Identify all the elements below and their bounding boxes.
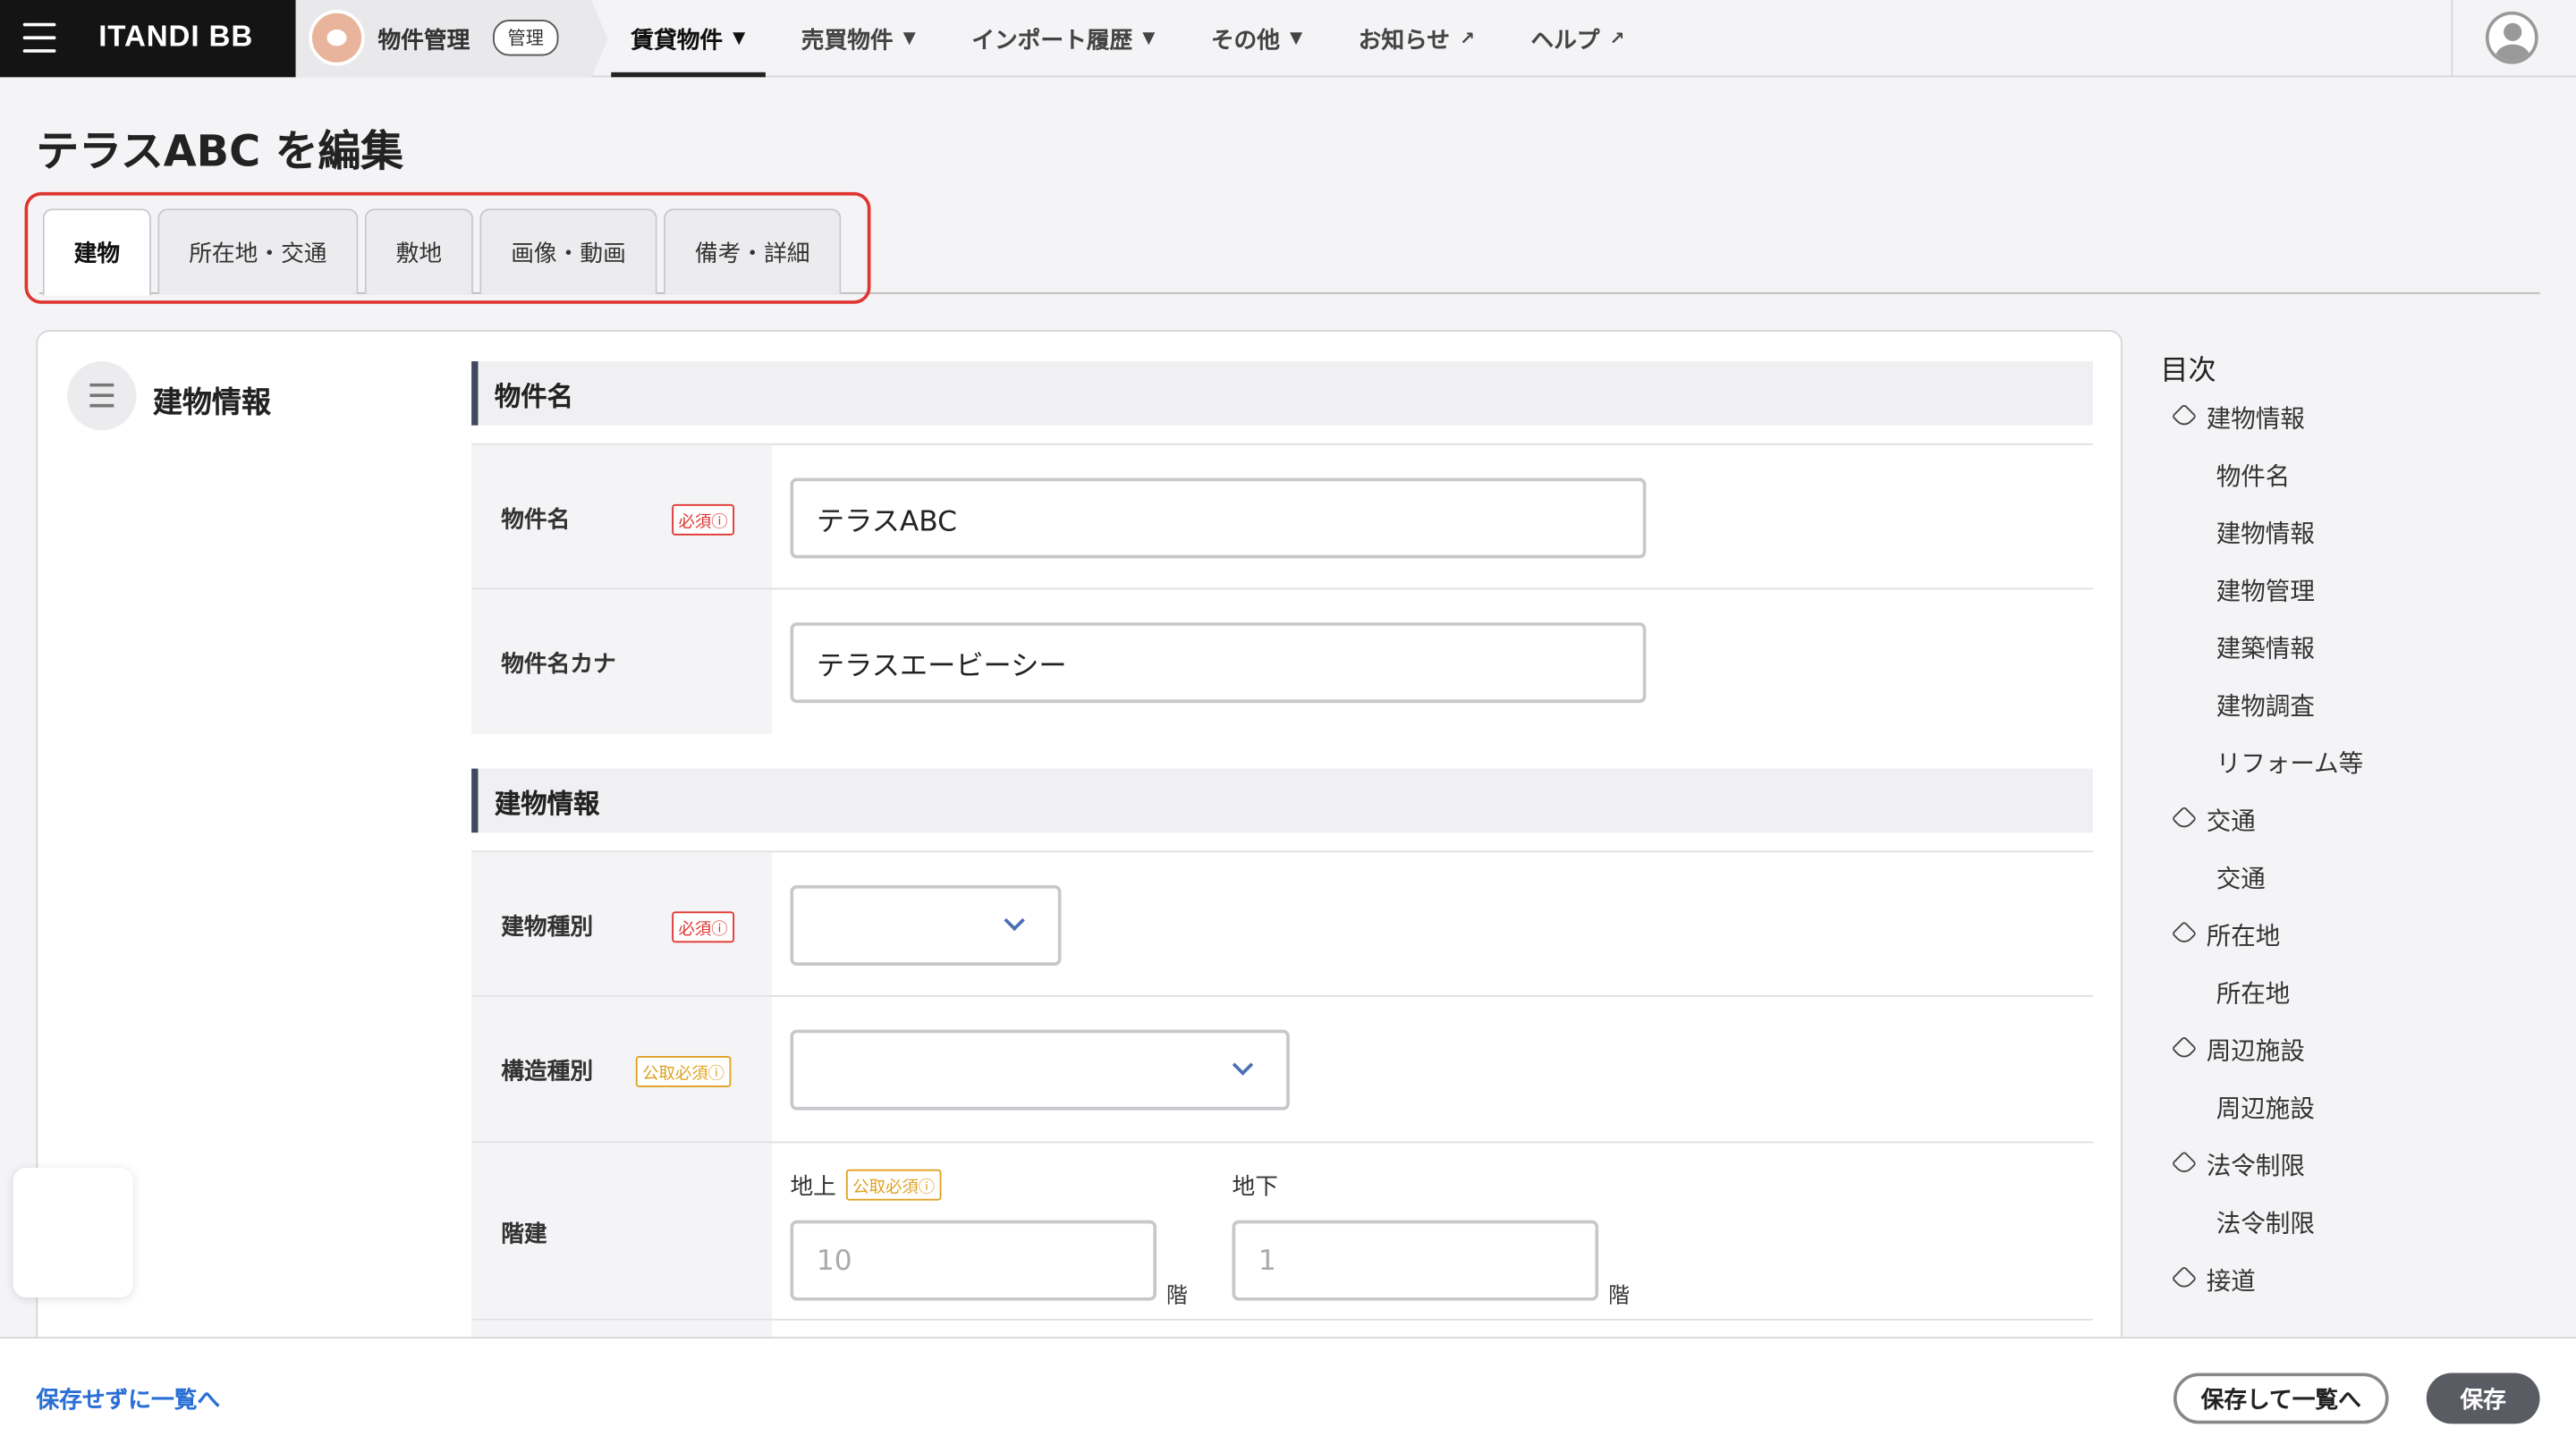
form-card: ☰ 建物情報 物件名 物件名 必須ⓘ テラスABC 物件名カナ テラスエービーシ… — [36, 330, 2123, 1381]
row-building-type: 建物種別 必須ⓘ — [471, 850, 2093, 996]
section-title: 建物情報 — [152, 385, 272, 421]
tag-icon — [2171, 920, 2198, 947]
chevron-down-icon: ▼ — [1142, 30, 1156, 48]
main-nav: 賃貸物件 ▼ 売買物件 ▼ インポート履歴 ▼ その他 ▼ お知らせ ↗ ヘルプ ↗ — [611, 0, 1661, 78]
floors-label: 階建 — [501, 1221, 547, 1248]
required-badge[interactable]: 必須ⓘ — [672, 911, 735, 943]
toc-item[interactable]: 交通 — [2171, 803, 2256, 838]
building-type-select[interactable] — [790, 884, 1062, 966]
below-ground-input[interactable]: 1 — [1232, 1220, 1599, 1301]
building-type-label: 建物種別 — [501, 915, 594, 942]
top-navigation: ITANDI BB 物件管理 管理 賃貸物件 ▼ 売買物件 ▼ インポート履歴 ▼ そ… — [0, 0, 2576, 78]
layers-icon: ☰ — [67, 361, 137, 431]
tag-icon — [2171, 1265, 2198, 1292]
tag-icon — [2171, 806, 2198, 832]
toc-item[interactable]: 周辺施設 — [2216, 1091, 2315, 1126]
toc-item[interactable]: 周辺施設 — [2171, 1033, 2305, 1068]
property-name-input[interactable]: テラスABC — [790, 477, 1647, 559]
user-menu[interactable] — [2451, 0, 2576, 78]
group-header-building-info: 建物情報 — [471, 768, 2093, 833]
nav-news[interactable]: お知らせ ↗ — [1339, 0, 1495, 77]
product-badge: 管理 — [493, 20, 559, 56]
nav-other[interactable]: その他 ▼ — [1191, 0, 1322, 77]
toc-item[interactable]: 物件名 — [2216, 458, 2291, 493]
chevron-down-icon: ▼ — [1290, 30, 1303, 48]
brand-area: ITANDI BB — [0, 0, 296, 78]
product-name: 物件管理 — [377, 28, 470, 55]
below-ground-label: 地下 — [1232, 1174, 1278, 1201]
toc-item[interactable]: 建物調査 — [2216, 688, 2315, 723]
toc-item[interactable]: 法令制限 — [2216, 1205, 2315, 1240]
toc-item[interactable]: 建物情報 — [2171, 401, 2305, 435]
external-link-icon: ↗ — [1459, 28, 1475, 50]
back-without-saving-link[interactable]: 保存せずに一覧へ — [36, 1383, 220, 1416]
toc-item[interactable]: 接道 — [2171, 1263, 2256, 1297]
tabs-highlight-annotation — [24, 191, 871, 304]
toc-item[interactable]: 所在地 — [2171, 918, 2280, 953]
page-title: テラスABC を編集 — [36, 128, 404, 178]
product-switcher[interactable]: 物件管理 管理 — [295, 0, 608, 78]
toc-item[interactable]: リフォーム等 — [2216, 746, 2363, 781]
toc-item[interactable]: 建物情報 — [2216, 516, 2315, 551]
public-required-badge[interactable]: 公取必須ⓘ — [635, 1055, 732, 1087]
mascot-icon — [309, 10, 365, 66]
footer-bar: 保存せずに一覧へ 保存して一覧へ 保存 — [0, 1337, 2576, 1453]
structure-type-label: 構造種別 — [501, 1059, 594, 1086]
chevron-down-icon: ▼ — [733, 30, 746, 48]
property-kana-input[interactable]: テラスエービーシー — [790, 622, 1647, 704]
floating-widget[interactable] — [13, 1167, 133, 1297]
row-property-kana: 物件名カナ テラスエービーシー — [471, 587, 2093, 735]
tag-icon — [2171, 1151, 2198, 1177]
row-floors: 階建 地上 公取必須ⓘ 10 階 地下 1 階 — [471, 1141, 2093, 1319]
property-name-label: 物件名 — [501, 507, 571, 534]
nav-help[interactable]: ヘルプ ↗ — [1511, 0, 1644, 77]
above-ground-input[interactable]: 10 — [790, 1220, 1157, 1301]
toc-item[interactable]: 建築情報 — [2216, 630, 2315, 665]
hamburger-menu-icon[interactable] — [22, 22, 56, 53]
save-and-list-button[interactable]: 保存して一覧へ — [2173, 1373, 2389, 1424]
external-link-icon: ↗ — [1609, 28, 1625, 50]
row-property-name: 物件名 必須ⓘ テラスABC — [471, 443, 2093, 588]
save-button[interactable]: 保存 — [2426, 1373, 2540, 1424]
floor-unit: 階 — [1608, 1284, 1631, 1309]
toc-item[interactable]: 法令制限 — [2171, 1148, 2305, 1183]
group-header-property-name: 物件名 — [471, 361, 2093, 426]
toc-title: 目次 — [2160, 354, 2216, 388]
required-badge[interactable]: 必須ⓘ — [672, 503, 735, 536]
floor-unit: 階 — [1166, 1284, 1188, 1309]
property-kana-label: 物件名カナ — [501, 652, 616, 679]
toc-item[interactable]: 所在地 — [2216, 976, 2291, 1010]
chevron-down-icon — [1004, 909, 1025, 932]
avatar-icon[interactable] — [2485, 11, 2538, 64]
structure-type-select[interactable] — [790, 1029, 1290, 1111]
chevron-down-icon — [1232, 1054, 1254, 1076]
toc-item[interactable]: 交通 — [2216, 860, 2266, 895]
nav-sale[interactable]: 売買物件 ▼ — [782, 0, 936, 77]
chevron-down-icon: ▼ — [902, 30, 916, 48]
above-ground-label: 地上 — [790, 1174, 836, 1201]
nav-rental[interactable]: 賃貸物件 ▼ — [611, 0, 765, 78]
logo[interactable]: ITANDI BB — [98, 20, 253, 55]
toc-item[interactable]: 建物管理 — [2216, 573, 2315, 608]
row-structure-type: 構造種別 公取必須ⓘ — [471, 995, 2093, 1142]
public-required-badge[interactable]: 公取必須ⓘ — [845, 1169, 942, 1201]
nav-import-history[interactable]: インポート履歴 ▼ — [952, 0, 1174, 77]
tag-icon — [2171, 403, 2198, 429]
tag-icon — [2171, 1035, 2198, 1062]
